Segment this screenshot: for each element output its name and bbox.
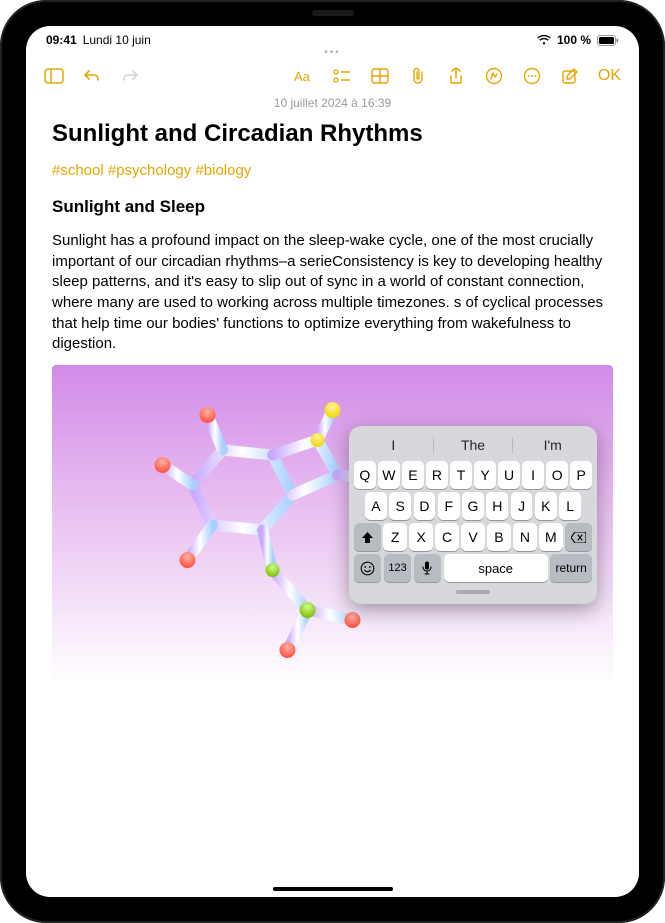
checklist-icon[interactable]: [332, 66, 352, 86]
key-s[interactable]: S: [389, 492, 411, 520]
status-left: 09:41 Lundi 10 juin: [46, 33, 151, 47]
note-tags[interactable]: #school #psychology #biology: [52, 162, 613, 179]
key-w[interactable]: W: [378, 461, 400, 489]
key-v[interactable]: V: [461, 523, 484, 551]
key-h[interactable]: H: [486, 492, 508, 520]
undo-icon[interactable]: [82, 66, 102, 86]
ipad-device-frame: 09:41 Lundi 10 juin 100 % •••: [0, 0, 665, 923]
keyboard-row-3: Z X C V B N M: [354, 523, 592, 551]
key-dictation[interactable]: [414, 554, 441, 582]
multitask-dots[interactable]: •••: [26, 50, 639, 58]
note-toolbar: Aa: [26, 58, 639, 94]
redo-icon: [120, 66, 140, 86]
suggestion-2[interactable]: The: [434, 437, 513, 453]
camera-housing: [312, 10, 354, 16]
key-numbers[interactable]: 123: [384, 554, 411, 582]
share-icon[interactable]: [446, 66, 466, 86]
key-z[interactable]: Z: [383, 523, 406, 551]
home-indicator[interactable]: [273, 887, 393, 891]
key-p[interactable]: P: [570, 461, 592, 489]
attachment-icon[interactable]: [408, 66, 428, 86]
keyboard-suggestions: I The I'm: [354, 432, 592, 458]
suggestion-1[interactable]: I: [354, 437, 433, 453]
keyboard-row-2: A S D F G H J K L: [354, 492, 592, 520]
key-g[interactable]: G: [462, 492, 484, 520]
key-t[interactable]: T: [450, 461, 472, 489]
suggestion-3[interactable]: I'm: [513, 437, 592, 453]
key-shift[interactable]: [354, 523, 381, 551]
toolbar-left: [44, 66, 140, 86]
key-o[interactable]: O: [546, 461, 568, 489]
status-right: 100 %: [537, 33, 619, 47]
done-button[interactable]: OK: [598, 67, 621, 85]
keyboard-row-1: Q W E R T Y U I O P: [354, 461, 592, 489]
key-f[interactable]: F: [438, 492, 460, 520]
floating-keyboard[interactable]: I The I'm Q W E R T Y U I O P A S: [349, 426, 597, 604]
status-time: 09:41: [46, 33, 77, 47]
note-title[interactable]: Sunlight and Circadian Rhythms: [52, 120, 613, 148]
key-r[interactable]: R: [426, 461, 448, 489]
key-x[interactable]: X: [409, 523, 432, 551]
battery-icon: [597, 35, 619, 46]
sidebar-toggle-icon[interactable]: [44, 66, 64, 86]
note-modified-date: 10 juillet 2024 à 16:39: [52, 94, 613, 120]
more-icon[interactable]: [522, 66, 542, 86]
key-j[interactable]: J: [511, 492, 533, 520]
text-format-icon[interactable]: Aa: [294, 66, 314, 86]
toolbar-right: Aa: [294, 66, 621, 86]
key-i[interactable]: I: [522, 461, 544, 489]
key-c[interactable]: C: [435, 523, 458, 551]
key-k[interactable]: K: [535, 492, 557, 520]
key-space[interactable]: space: [444, 554, 548, 582]
screen: 09:41 Lundi 10 juin 100 % •••: [26, 26, 639, 897]
key-m[interactable]: M: [539, 523, 562, 551]
key-e[interactable]: E: [402, 461, 424, 489]
key-emoji[interactable]: [354, 554, 381, 582]
key-u[interactable]: U: [498, 461, 520, 489]
wifi-icon: [537, 35, 551, 45]
key-d[interactable]: D: [414, 492, 436, 520]
note-body-text[interactable]: Sunlight has a profound impact on the sl…: [52, 231, 613, 355]
key-return[interactable]: return: [550, 554, 592, 582]
key-q[interactable]: Q: [354, 461, 376, 489]
keyboard-drag-handle[interactable]: [456, 590, 490, 594]
keyboard-row-4: 123 space return: [354, 554, 592, 582]
table-icon[interactable]: [370, 66, 390, 86]
markup-icon[interactable]: [484, 66, 504, 86]
svg-text:Aa: Aa: [294, 69, 311, 84]
key-l[interactable]: L: [559, 492, 581, 520]
key-b[interactable]: B: [487, 523, 510, 551]
key-a[interactable]: A: [365, 492, 387, 520]
key-delete[interactable]: [565, 523, 592, 551]
status-date: Lundi 10 juin: [83, 33, 151, 47]
key-y[interactable]: Y: [474, 461, 496, 489]
note-subtitle[interactable]: Sunlight and Sleep: [52, 197, 613, 217]
key-n[interactable]: N: [513, 523, 536, 551]
battery-percent: 100 %: [557, 33, 591, 47]
compose-icon[interactable]: [560, 66, 580, 86]
